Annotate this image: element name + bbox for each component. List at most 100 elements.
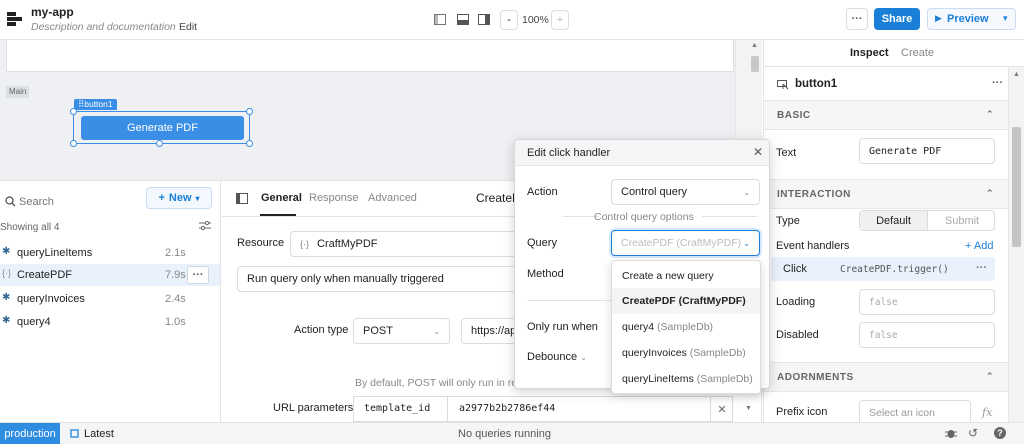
section-basic-header[interactable]: BASIC ⌃ bbox=[764, 100, 1009, 130]
toggle-list-icon[interactable] bbox=[236, 193, 248, 204]
query-list: +New▾ Showing all 4 ✱ queryLineItems 2.1… bbox=[0, 181, 221, 423]
dropdown-option-selected[interactable]: CreatePDF (CraftMyPDF) bbox=[612, 288, 760, 314]
more-options-icon[interactable]: ··· bbox=[992, 77, 1003, 89]
preview-button[interactable]: ▶ Preview ▾ bbox=[927, 8, 1016, 30]
toggle-bottom-panel-icon[interactable] bbox=[456, 12, 470, 26]
resource-label: Resource bbox=[237, 237, 285, 249]
scroll-up-icon[interactable]: ▲ bbox=[1013, 71, 1020, 78]
query-search[interactable] bbox=[5, 191, 135, 213]
help-icon[interactable]: ? bbox=[994, 427, 1006, 439]
search-icon bbox=[5, 196, 16, 207]
close-icon[interactable]: ✕ bbox=[753, 145, 763, 159]
trigger-mode-select[interactable]: Run query only when manually triggered bbox=[237, 266, 530, 292]
top-bar: my-app Description and documentation Edi… bbox=[0, 0, 1024, 40]
close-icon[interactable]: ✕ bbox=[710, 397, 733, 421]
resize-handle[interactable] bbox=[70, 108, 77, 115]
zoom-out-button[interactable]: - bbox=[500, 10, 518, 30]
type-default-option[interactable]: Default bbox=[860, 211, 928, 230]
query-list-item[interactable]: ✱ queryLineItems 2.1s bbox=[0, 242, 220, 264]
text-input[interactable]: Generate PDF bbox=[859, 138, 995, 164]
new-query-button[interactable]: + New ▾ bbox=[146, 187, 212, 209]
toggle-left-panel-icon[interactable] bbox=[433, 12, 447, 26]
app-title[interactable]: my-app bbox=[31, 5, 74, 19]
action-select[interactable]: Control query ⌄ bbox=[611, 179, 760, 205]
param-key-input[interactable]: template_id bbox=[354, 397, 448, 421]
history-icon[interactable]: ↺ bbox=[968, 426, 978, 440]
header-frame[interactable] bbox=[6, 40, 734, 72]
zoom-in-button[interactable]: + bbox=[551, 10, 569, 30]
generate-pdf-button[interactable]: Generate PDF bbox=[81, 116, 244, 140]
action-type-select[interactable]: POST ⌄ bbox=[353, 318, 450, 344]
branch-icon bbox=[70, 429, 79, 438]
action-type-label: Action type bbox=[294, 324, 349, 336]
post-note: By default, POST will only run in respon… bbox=[355, 377, 515, 389]
filter-icon[interactable] bbox=[199, 221, 211, 231]
query-dropdown-menu: Create a new query CreatePDF (CraftMyPDF… bbox=[611, 260, 761, 394]
tab-response[interactable]: Response bbox=[309, 192, 359, 204]
scroll-down-icon[interactable]: ▼ bbox=[745, 405, 752, 412]
tab-inspect[interactable]: Inspect bbox=[850, 47, 889, 59]
query-list-item[interactable]: ✱ query4 1.0s bbox=[0, 311, 220, 333]
dropdown-option[interactable]: queryInvoices (SampleDb) bbox=[612, 340, 760, 366]
search-input[interactable] bbox=[19, 193, 129, 211]
chevron-down-icon[interactable]: ▾ bbox=[1003, 13, 1008, 24]
add-handler-link[interactable]: + Add bbox=[965, 240, 993, 252]
tab-advanced[interactable]: Advanced bbox=[368, 192, 417, 204]
query-label: Query bbox=[527, 237, 557, 249]
toggle-right-panel-icon[interactable] bbox=[477, 12, 491, 26]
section-label: Main bbox=[6, 86, 30, 98]
resize-handle[interactable] bbox=[246, 108, 253, 115]
type-submit-option[interactable]: Submit bbox=[929, 211, 995, 230]
section-interaction-header[interactable]: INTERACTION ⌃ bbox=[764, 179, 1009, 209]
environment-badge[interactable]: production bbox=[0, 423, 60, 444]
divider bbox=[527, 300, 612, 301]
query-select[interactable]: CreatePDF (CraftMyPDF) ⌄ bbox=[611, 230, 760, 256]
loading-input[interactable]: false bbox=[859, 289, 995, 315]
divider bbox=[702, 216, 757, 217]
section-adornments-header[interactable]: ADORNMENTS ⌃ bbox=[764, 362, 1009, 392]
loading-label: Loading bbox=[776, 296, 816, 308]
share-button[interactable]: Share bbox=[874, 8, 920, 30]
scroll-up-icon[interactable]: ▲ bbox=[751, 42, 758, 49]
showing-count: Showing all 4 bbox=[0, 222, 60, 233]
debug-bug-icon[interactable] bbox=[945, 427, 957, 439]
canvas-scroll-thumb[interactable] bbox=[751, 56, 759, 72]
dropdown-option-create-new[interactable]: Create a new query bbox=[612, 263, 760, 289]
selected-component-tag: ⠿button1 bbox=[74, 99, 117, 110]
event-handler-row[interactable]: Click CreatePDF.trigger() ··· bbox=[771, 257, 995, 281]
disabled-label: Disabled bbox=[776, 329, 819, 341]
tab-general[interactable]: General bbox=[261, 192, 302, 204]
query-list-item[interactable]: ✱ queryInvoices 2.4s bbox=[0, 288, 220, 310]
param-value-input[interactable]: a2977b2b2786ef44 bbox=[449, 397, 709, 421]
text-label: Text bbox=[776, 147, 797, 159]
debounce-toggle[interactable]: Debounce ⌄ bbox=[527, 351, 587, 363]
queries-status: No queries running bbox=[458, 428, 551, 440]
popup-title: Edit click handler bbox=[527, 147, 611, 159]
more-options-icon[interactable]: ··· bbox=[846, 8, 868, 30]
resource-select[interactable]: {·} CraftMyPDF bbox=[290, 231, 530, 257]
chevron-up-icon: ⌃ bbox=[986, 188, 995, 198]
dropdown-option[interactable]: queryLineItems (SampleDb) bbox=[612, 366, 760, 392]
tab-create[interactable]: Create bbox=[901, 47, 934, 59]
component-name[interactable]: button1 bbox=[795, 78, 837, 90]
plus-icon: + bbox=[158, 192, 165, 204]
query-more-icon[interactable]: ··· bbox=[187, 266, 209, 284]
more-options-icon[interactable]: ··· bbox=[976, 262, 987, 274]
function-icon[interactable]: fx bbox=[982, 406, 992, 419]
resize-handle[interactable] bbox=[246, 140, 253, 147]
chevron-up-icon: ⌃ bbox=[986, 371, 995, 381]
edit-description-link[interactable]: Edit bbox=[179, 21, 197, 33]
control-query-options-header: Control query options bbox=[594, 211, 694, 223]
inspector-scrollbar[interactable]: ▲ bbox=[1008, 67, 1024, 422]
button-component-icon bbox=[777, 78, 789, 90]
play-icon: ▶ bbox=[935, 13, 942, 23]
inspector-scroll-thumb[interactable] bbox=[1012, 127, 1021, 247]
resize-handle[interactable] bbox=[156, 140, 163, 147]
resize-handle[interactable] bbox=[70, 140, 77, 147]
retool-logo-icon[interactable] bbox=[7, 11, 23, 27]
divider bbox=[764, 66, 1024, 67]
disabled-input[interactable]: false bbox=[859, 322, 995, 348]
app-description[interactable]: Description and documentation bbox=[31, 21, 176, 33]
query-list-item-selected[interactable]: {·} CreatePDF 7.9s ··· bbox=[0, 264, 220, 286]
dropdown-option[interactable]: query4 (SampleDb) bbox=[612, 314, 760, 340]
